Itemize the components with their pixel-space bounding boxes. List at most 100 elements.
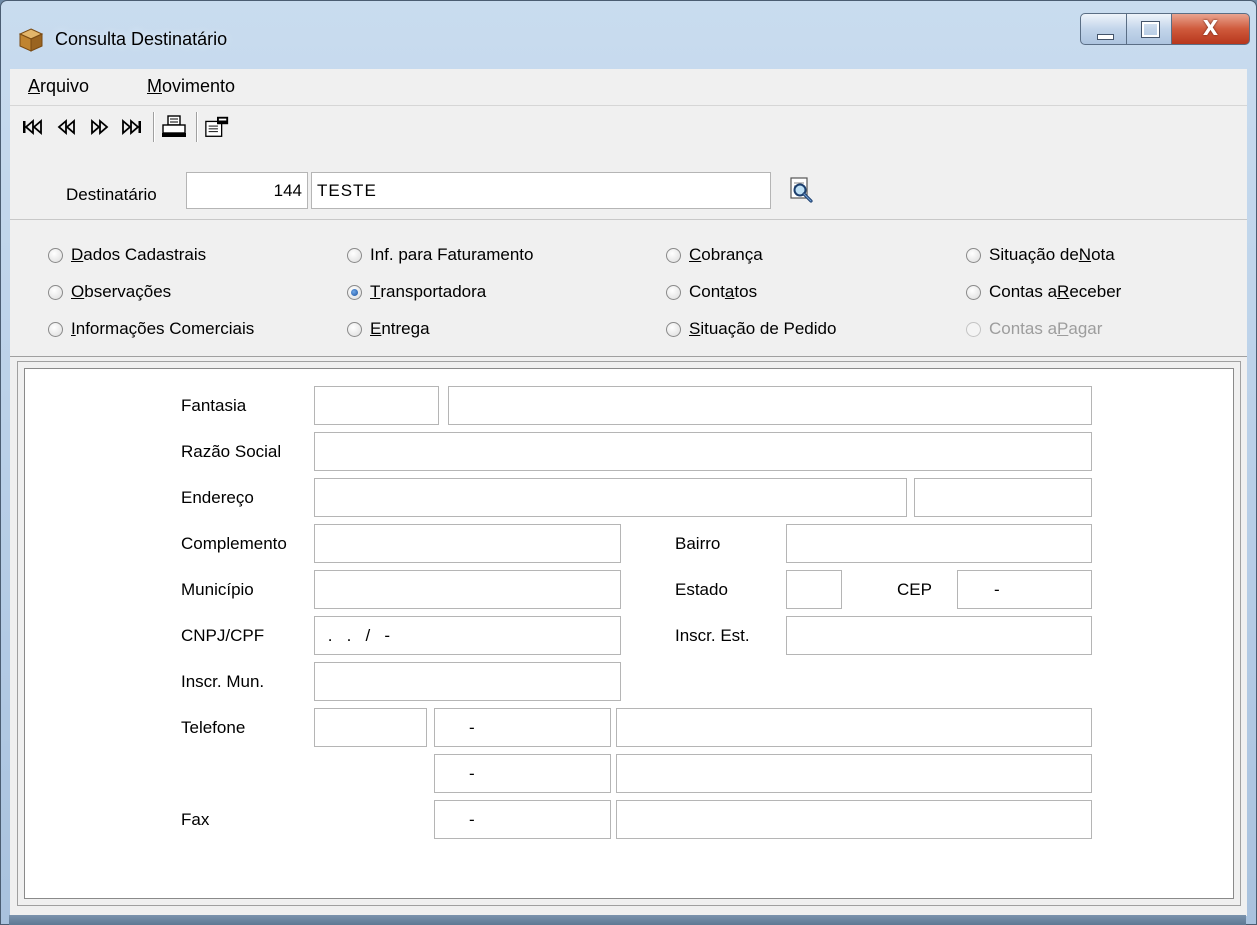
fantasia-field[interactable] xyxy=(448,386,1092,425)
radio-label-mnemonic: E xyxy=(370,319,382,338)
radio-observacoes[interactable]: Observações xyxy=(48,282,171,302)
radio-label: ntrega xyxy=(381,319,430,338)
fantasia-code-field[interactable] xyxy=(314,386,439,425)
toolbar xyxy=(10,106,1247,148)
options-radio-group: Dados Cadastrais Observações Informações… xyxy=(10,219,1247,357)
next-record-button[interactable] xyxy=(86,115,112,139)
radio-dot-selected xyxy=(347,284,362,300)
transportadora-panel: Fantasia Razão Social Endereço Complemen… xyxy=(17,361,1241,906)
radio-label-mnemonic: O xyxy=(71,282,85,301)
search-icon[interactable] xyxy=(786,175,816,205)
radio-label-mnemonic: C xyxy=(689,245,702,264)
radio-dot xyxy=(666,247,681,263)
radio-informacoes-comerciais[interactable]: Informações Comerciais xyxy=(48,319,254,339)
minimize-button[interactable] xyxy=(1080,13,1127,45)
radio-situacao-pedido[interactable]: Situação de Pedido xyxy=(666,319,836,339)
estado-field[interactable] xyxy=(786,570,842,609)
app-window: Consulta Destinatário X Arquivo Moviment… xyxy=(0,0,1257,925)
menu-movimento[interactable]: Movimento xyxy=(147,76,235,97)
title-bar[interactable]: Consulta Destinatário X xyxy=(1,1,1256,69)
radio-label: ados Cadastrais xyxy=(83,245,207,264)
last-record-icon xyxy=(122,119,141,135)
inscr-est-label: Inscr. Est. xyxy=(675,626,750,645)
radio-dot xyxy=(48,321,63,337)
bairro-field[interactable] xyxy=(786,524,1092,563)
cnpj-cpf-label: CNPJ/CPF xyxy=(181,626,265,645)
cnpj-cpf-field[interactable]: . . / - xyxy=(314,616,621,655)
toolbar-separator xyxy=(153,112,155,142)
radio-dot xyxy=(48,284,63,300)
razao-social-field[interactable] xyxy=(314,432,1092,471)
radio-inf-faturamento[interactable]: Inf. para Faturamento xyxy=(347,245,533,265)
first-record-icon xyxy=(23,119,42,135)
razao-social-label: Razão Social xyxy=(181,442,282,461)
telefone1-field[interactable]: - xyxy=(434,708,611,747)
radio-entrega[interactable]: Entrega xyxy=(347,319,430,339)
maximize-button[interactable] xyxy=(1127,13,1172,45)
radio-label: eceber xyxy=(1069,282,1122,301)
previous-record-button[interactable] xyxy=(54,115,80,139)
properties-button[interactable] xyxy=(204,115,230,139)
telefone-ddd-field[interactable] xyxy=(314,708,427,747)
radio-label: tos xyxy=(734,282,758,301)
cep-label: CEP xyxy=(897,580,932,599)
destinatario-row: Destinatário 144 TESTE xyxy=(10,151,1247,217)
caption-buttons: X xyxy=(1080,13,1250,47)
fax-description-field[interactable] xyxy=(616,800,1092,839)
window-title: Consulta Destinatário xyxy=(55,29,228,49)
properties-icon xyxy=(205,116,229,137)
radio-contatos[interactable]: Cont a tos xyxy=(666,282,757,302)
endereco-field[interactable] xyxy=(314,478,907,517)
first-record-button[interactable] xyxy=(20,115,46,139)
endereco-numero-field[interactable] xyxy=(914,478,1092,517)
radio-label-mnemonic: T xyxy=(370,282,381,301)
telefone1-description-field[interactable] xyxy=(616,708,1092,747)
radio-label-prefix: Contas a xyxy=(989,282,1058,301)
radio-cobranca[interactable]: Cobrança xyxy=(666,245,763,265)
bairro-label: Bairro xyxy=(675,534,721,553)
cep-field[interactable]: - xyxy=(957,570,1092,609)
municipio-label: Município xyxy=(181,580,254,599)
destinatario-label: Destinatário xyxy=(66,185,157,204)
inscr-mun-field[interactable] xyxy=(314,662,621,701)
radio-label-mnemonic: S xyxy=(689,319,701,338)
radio-label: bservações xyxy=(84,282,172,301)
radio-dados-cadastrais[interactable]: Dados Cadastrais xyxy=(48,245,206,265)
endereco-label: Endereço xyxy=(181,488,254,507)
fax-label: Fax xyxy=(181,810,210,829)
radio-dot xyxy=(666,284,681,300)
close-icon: X xyxy=(1202,16,1219,40)
radio-label-mnemonic: N xyxy=(1078,245,1092,264)
previous-record-icon xyxy=(57,119,75,135)
radio-label-prefix: Contas a xyxy=(989,319,1058,338)
radio-label: ituação de Pedido xyxy=(700,319,837,338)
radio-situacao-nota[interactable]: Situação de Nota xyxy=(966,245,1115,265)
printer-icon xyxy=(162,115,186,137)
menu-arquivo[interactable]: Arquivo xyxy=(28,76,89,97)
radio-label-mnemonic: R xyxy=(1057,282,1070,301)
close-button[interactable]: X xyxy=(1172,13,1250,45)
radio-label-mnemonic: D xyxy=(71,245,84,264)
inscr-mun-label: Inscr. Mun. xyxy=(181,672,265,691)
destinatario-code-field[interactable]: 144 xyxy=(186,172,308,209)
complemento-field[interactable] xyxy=(314,524,621,563)
radio-label-prefix: Cont xyxy=(689,282,725,301)
telefone2-field[interactable]: - xyxy=(434,754,611,793)
client-area: Arquivo Movimento Destinatário 144 TESTE… xyxy=(10,69,1247,916)
last-record-button[interactable] xyxy=(118,115,144,139)
radio-transportadora[interactable]: Transportadora xyxy=(347,282,486,302)
radio-label: obrança xyxy=(701,245,763,264)
radio-contas-receber[interactable]: Contas a Receber xyxy=(966,282,1121,302)
print-button[interactable] xyxy=(161,115,187,139)
telefone2-description-field[interactable] xyxy=(616,754,1092,793)
destinatario-name-field[interactable]: TESTE xyxy=(311,172,771,209)
menu-arquivo-mnemonic: A xyxy=(28,76,41,96)
minimize-icon xyxy=(1097,34,1114,40)
toolbar-separator xyxy=(196,112,198,142)
radio-label: ransportadora xyxy=(380,282,487,301)
inscr-est-field[interactable] xyxy=(786,616,1092,655)
radio-contas-pagar: Contas a Pagar xyxy=(966,319,1102,339)
municipio-field[interactable] xyxy=(314,570,621,609)
fax-field[interactable]: - xyxy=(434,800,611,839)
estado-label: Estado xyxy=(675,580,728,599)
